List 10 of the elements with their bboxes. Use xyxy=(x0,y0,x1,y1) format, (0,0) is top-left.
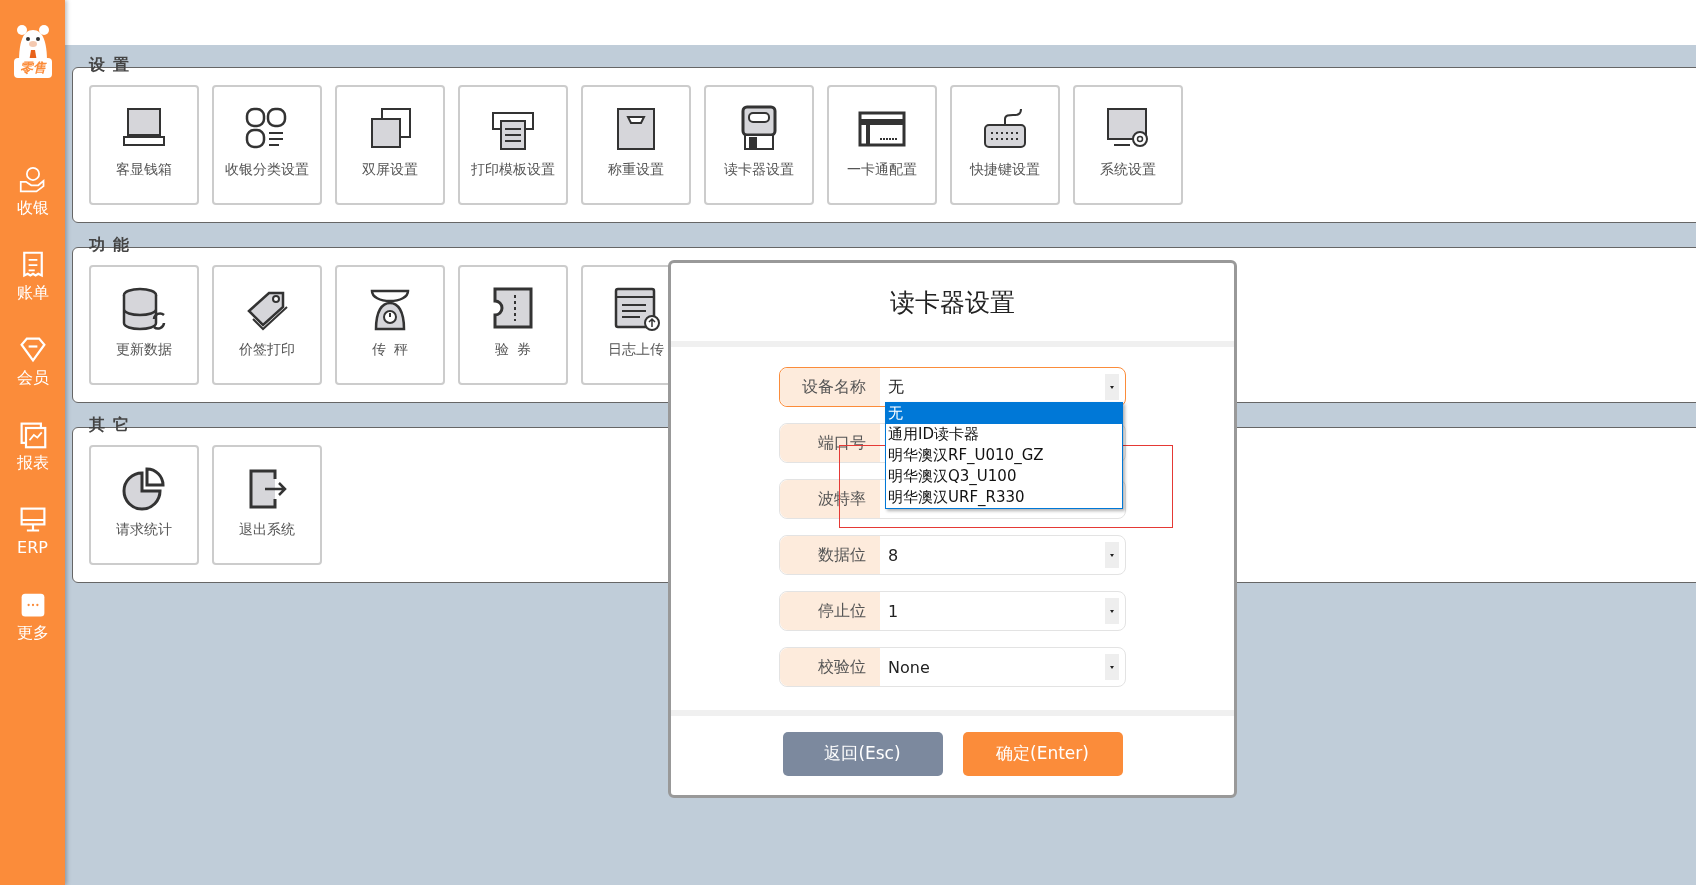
field-label: 数据位 xyxy=(780,536,880,574)
field-label: 停止位 xyxy=(780,592,880,630)
logo-text: 零售 xyxy=(13,58,52,78)
field-value: 8 xyxy=(888,545,899,565)
field-value: 1 xyxy=(888,601,899,621)
field-label: 校验位 xyxy=(780,648,880,686)
field-label: 设备名称 xyxy=(780,368,880,406)
field-value: None xyxy=(888,657,930,677)
dialog-title: 读卡器设置 xyxy=(890,286,1015,319)
field-value: 无 xyxy=(888,376,904,398)
